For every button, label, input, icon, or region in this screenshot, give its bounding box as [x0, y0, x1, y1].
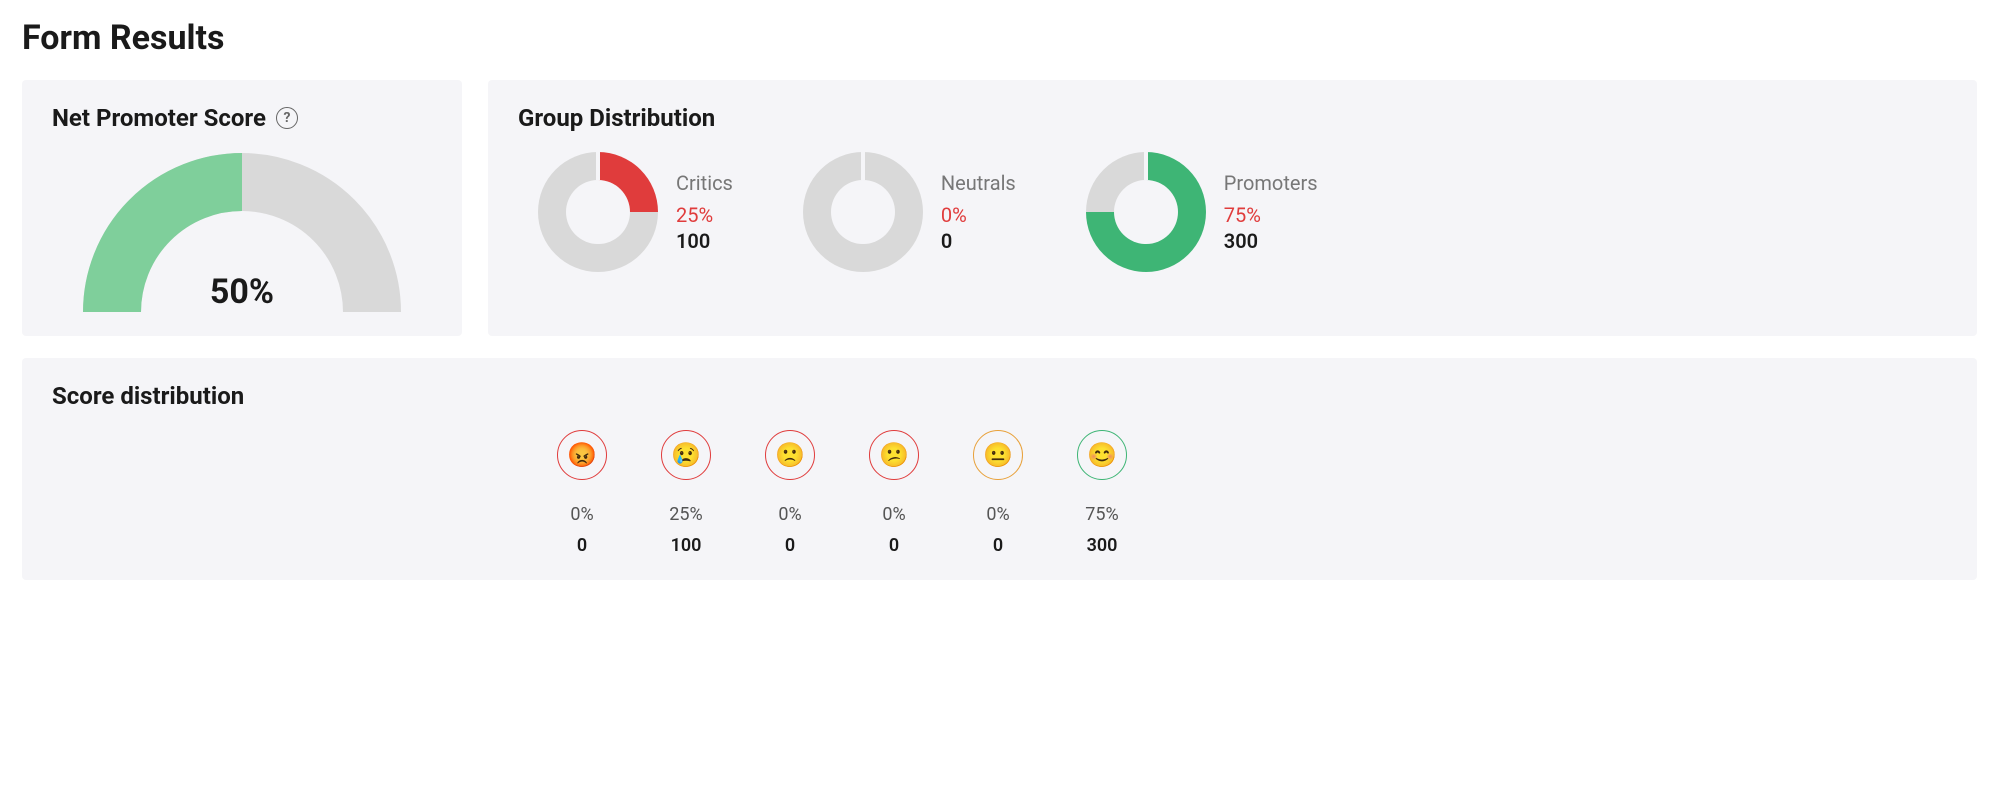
- donut-chart: [538, 152, 658, 272]
- score-item-0: 😡 0% 0: [552, 430, 612, 556]
- score-pct: 25%: [669, 504, 702, 525]
- score-pct: 0%: [882, 504, 905, 525]
- group-count: 100: [676, 229, 733, 253]
- group-count: 0: [941, 229, 1016, 253]
- donut-chart: [1086, 152, 1206, 272]
- score-pct: 0%: [986, 504, 1009, 525]
- group-distribution-card: Group Distribution Critics 25%100 Neutrals…: [488, 80, 1977, 336]
- score-item-5: 😊 75% 300: [1072, 430, 1132, 556]
- emoji-icon: 😕: [869, 430, 919, 480]
- emoji-icon: 😢: [661, 430, 711, 480]
- emoji-icon: 😊: [1077, 430, 1127, 480]
- score-item-1: 😢 25% 100: [656, 430, 716, 556]
- score-item-3: 😕 0% 0: [864, 430, 924, 556]
- score-distribution-card: Score distribution 😡 0% 0 😢 25% 100 🙁 0% 0 😕 0% 0 😐 0…: [22, 358, 1977, 580]
- group-name: Critics: [676, 171, 733, 195]
- nps-value: 50%: [82, 272, 402, 312]
- nps-gauge: 50%: [82, 152, 402, 312]
- help-icon[interactable]: ?: [276, 107, 298, 129]
- score-count: 300: [1087, 535, 1118, 556]
- score-item-2: 🙁 0% 0: [760, 430, 820, 556]
- page-title: Form Results: [22, 18, 1977, 58]
- score-count: 100: [671, 535, 702, 556]
- score-distribution-title: Score distribution: [52, 382, 1947, 410]
- donut-promoters: Promoters 75%300: [1086, 152, 1318, 272]
- score-count: 0: [577, 535, 587, 556]
- donut-critics: Critics 25%100: [538, 152, 733, 272]
- group-name: Promoters: [1224, 171, 1318, 195]
- group-pct: 0%: [941, 203, 1016, 227]
- nps-card: Net Promoter Score ? 50%: [22, 80, 462, 336]
- donut-chart: [803, 152, 923, 272]
- emoji-icon: 🙁: [765, 430, 815, 480]
- group-distribution-title: Group Distribution: [518, 104, 1947, 132]
- group-pct: 75%: [1224, 203, 1318, 227]
- score-count: 0: [785, 535, 795, 556]
- score-count: 0: [889, 535, 899, 556]
- nps-title: Net Promoter Score: [52, 104, 266, 132]
- score-pct: 75%: [1085, 504, 1118, 525]
- emoji-icon: 😐: [973, 430, 1023, 480]
- score-pct: 0%: [570, 504, 593, 525]
- score-pct: 0%: [778, 504, 801, 525]
- group-count: 300: [1224, 229, 1318, 253]
- group-name: Neutrals: [941, 171, 1016, 195]
- score-item-4: 😐 0% 0: [968, 430, 1028, 556]
- score-count: 0: [993, 535, 1003, 556]
- emoji-icon: 😡: [557, 430, 607, 480]
- group-pct: 25%: [676, 203, 733, 227]
- donut-neutrals: Neutrals 0%0: [803, 152, 1016, 272]
